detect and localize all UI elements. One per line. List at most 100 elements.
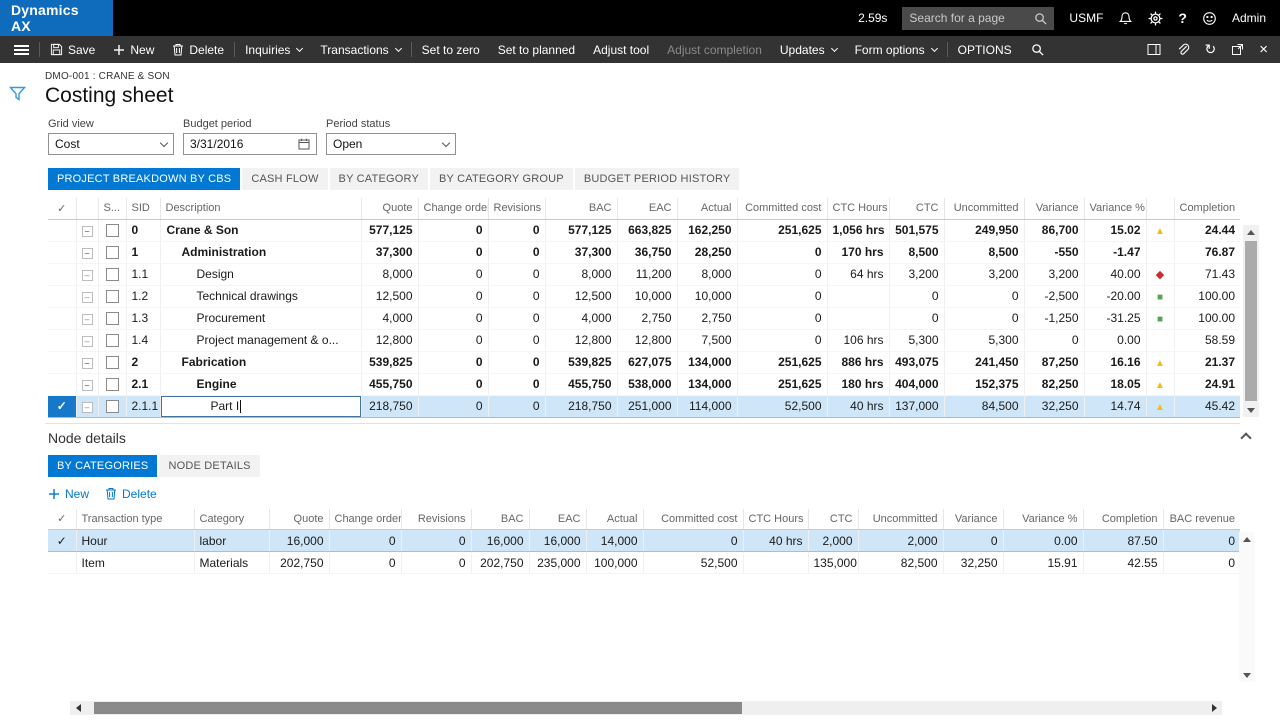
row-checkbox[interactable] xyxy=(106,268,119,281)
cell-variance-pct[interactable]: 40.00 xyxy=(1084,263,1146,285)
settings-gear-icon[interactable] xyxy=(1148,11,1163,26)
cell-quote[interactable]: 455,750 xyxy=(361,373,418,395)
table-row[interactable]: –1.2Technical drawings12,5000012,50010,0… xyxy=(48,285,1240,307)
column-header-sid[interactable]: SID xyxy=(126,198,160,219)
collapse-toggle-icon[interactable]: – xyxy=(82,226,93,237)
column-header-select-all[interactable]: ✓ xyxy=(48,198,76,219)
cell-variance[interactable]: 32,250 xyxy=(943,552,1003,574)
cell-eac[interactable]: 627,075 xyxy=(617,351,677,373)
cell-ctc-hours[interactable]: 170 hrs xyxy=(827,241,889,263)
column-header-ctc[interactable]: CTC xyxy=(808,509,858,530)
cell-ctc[interactable]: 501,575 xyxy=(889,219,944,241)
cell-variance-pct[interactable]: 15.02 xyxy=(1084,219,1146,241)
collapse-toggle-icon[interactable]: – xyxy=(82,248,93,259)
column-header-actual[interactable]: Actual xyxy=(677,198,737,219)
cell-description[interactable]: Design xyxy=(160,263,361,285)
refresh-icon[interactable]: ↻ xyxy=(1205,41,1217,58)
row-checkbox[interactable] xyxy=(106,400,119,413)
attachments-paperclip-icon[interactable] xyxy=(1176,43,1190,57)
cell-change-orders[interactable]: 0 xyxy=(418,373,488,395)
row-selector[interactable] xyxy=(48,241,76,263)
details-delete[interactable]: Delete xyxy=(105,484,165,504)
column-header-multi-select[interactable]: S... xyxy=(98,198,126,219)
column-header-ctc[interactable]: CTC xyxy=(889,198,944,219)
actionbar-set-to-zero[interactable]: Set to zero xyxy=(413,36,489,63)
cell-variance[interactable]: 0 xyxy=(1024,329,1084,351)
cell-status[interactable]: ▲ xyxy=(1146,219,1174,241)
cell-revisions[interactable]: 0 xyxy=(488,219,545,241)
cell-uncommitted[interactable]: 249,950 xyxy=(944,219,1024,241)
scroll-up-icon[interactable] xyxy=(1243,225,1259,239)
cell-status[interactable]: ■ xyxy=(1146,285,1174,307)
cell-ctc[interactable]: 0 xyxy=(889,307,944,329)
cell-bac[interactable]: 218,750 xyxy=(545,395,617,417)
cell-committed-cost[interactable]: 251,625 xyxy=(737,373,827,395)
hamburger-menu-icon[interactable] xyxy=(14,45,29,55)
cell-completion[interactable]: 58.59 xyxy=(1174,329,1240,351)
cell-variance-pct[interactable]: 15.91 xyxy=(1003,552,1083,574)
cell-eac[interactable]: 538,000 xyxy=(617,373,677,395)
cell-change-orders[interactable]: 0 xyxy=(418,395,488,417)
cell-actual[interactable]: 8,000 xyxy=(677,263,737,285)
cell-committed-cost[interactable]: 0 xyxy=(737,241,827,263)
close-icon[interactable]: × xyxy=(1259,41,1268,58)
row-selector[interactable] xyxy=(48,307,76,329)
cell-ctc-hours[interactable] xyxy=(827,285,889,307)
cell-sid[interactable]: 2.1.1 xyxy=(126,395,160,417)
cell-ctc[interactable]: 0 xyxy=(889,285,944,307)
cell-completion[interactable]: 21.37 xyxy=(1174,351,1240,373)
row-selector[interactable] xyxy=(48,329,76,351)
cell-revisions[interactable]: 0 xyxy=(488,307,545,329)
cell-revisions[interactable]: 0 xyxy=(488,351,545,373)
cell-sid[interactable]: 0 xyxy=(126,219,160,241)
collapse-toggle-icon[interactable]: – xyxy=(82,380,93,391)
cell-quote[interactable]: 539,825 xyxy=(361,351,418,373)
cell-committed-cost[interactable]: 0 xyxy=(737,263,827,285)
cell-committed-cost[interactable]: 0 xyxy=(737,285,827,307)
collapse-section-icon[interactable] xyxy=(1240,432,1251,443)
cell-variance-pct[interactable]: 16.16 xyxy=(1084,351,1146,373)
actionbar-form-options[interactable]: Form options xyxy=(846,36,946,63)
cell-status[interactable] xyxy=(1146,329,1174,351)
column-header-completion[interactable]: Completion xyxy=(1174,198,1240,219)
column-header-revisions[interactable]: Revisions xyxy=(488,198,545,219)
detail-tab-node-details[interactable]: NODE DETAILS xyxy=(159,455,259,477)
cell-bac-revenue[interactable]: 0 xyxy=(1163,530,1240,552)
panel-view-icon[interactable] xyxy=(1147,43,1161,56)
cell-ctc[interactable]: 5,300 xyxy=(889,329,944,351)
cell-variance-pct[interactable]: -1.47 xyxy=(1084,241,1146,263)
cell-eac[interactable]: 12,800 xyxy=(617,329,677,351)
actionbar-new[interactable]: New xyxy=(104,36,163,63)
row-checkbox[interactable] xyxy=(106,378,119,391)
cell-committed-cost[interactable]: 251,625 xyxy=(737,219,827,241)
scroll-right-icon[interactable] xyxy=(1206,701,1222,715)
company-selector[interactable]: USMF xyxy=(1069,11,1103,25)
column-header-transaction-type[interactable]: Transaction type xyxy=(76,509,194,530)
cell-variance[interactable]: 0 xyxy=(943,530,1003,552)
cell-uncommitted[interactable]: 241,450 xyxy=(944,351,1024,373)
scrollbar-thumb[interactable] xyxy=(94,702,742,714)
column-header-uncommitted[interactable]: Uncommitted xyxy=(944,198,1024,219)
cell-transaction-type[interactable]: Hour xyxy=(76,530,194,552)
row-selector[interactable] xyxy=(48,351,76,373)
cell-change-orders[interactable]: 0 xyxy=(418,241,488,263)
cell-revisions[interactable]: 0 xyxy=(488,263,545,285)
cell-quote[interactable]: 4,000 xyxy=(361,307,418,329)
cell-ctc[interactable]: 2,000 xyxy=(808,530,858,552)
column-header-bac-revenue[interactable]: BAC revenue xyxy=(1163,509,1240,530)
cell-description[interactable]: Crane & Son xyxy=(160,219,361,241)
scroll-down-icon[interactable] xyxy=(1243,403,1259,417)
cell-uncommitted[interactable]: 0 xyxy=(944,285,1024,307)
cell-uncommitted[interactable]: 8,500 xyxy=(944,241,1024,263)
cell-eac[interactable]: 2,750 xyxy=(617,307,677,329)
cell-ctc[interactable]: 493,075 xyxy=(889,351,944,373)
cell-ctc-hours[interactable]: 180 hrs xyxy=(827,373,889,395)
cell-description[interactable]: Project management & o... xyxy=(160,329,361,351)
cell-eac[interactable]: 16,000 xyxy=(529,530,586,552)
cell-completion[interactable]: 24.91 xyxy=(1174,373,1240,395)
cell-revisions[interactable]: 0 xyxy=(488,329,545,351)
column-header-actual[interactable]: Actual xyxy=(586,509,643,530)
cell-change-orders[interactable]: 0 xyxy=(418,263,488,285)
cell-bac[interactable]: 202,750 xyxy=(471,552,529,574)
cell-actual[interactable]: 134,000 xyxy=(677,351,737,373)
